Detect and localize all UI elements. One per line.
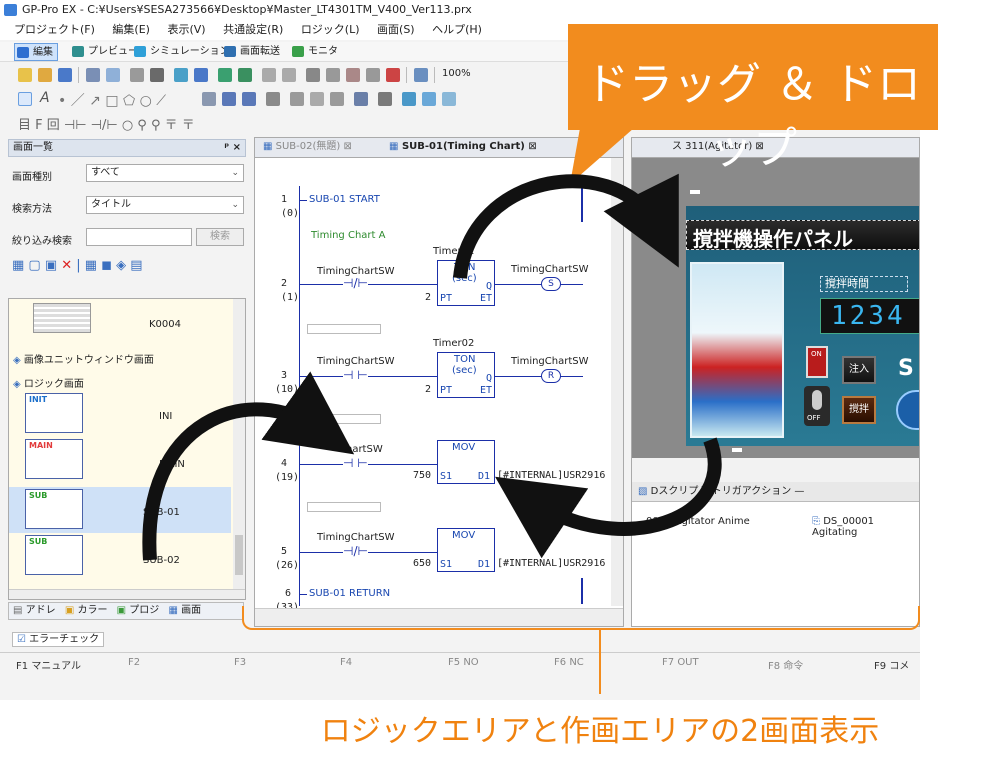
arrow-script-to-logic (495, 437, 722, 559)
dual-screen-caption: ロジックエリアと作画エリアの2画面表示 (320, 714, 880, 749)
bracket-stem (599, 630, 601, 694)
arrow-to-drawing-area (453, 173, 679, 279)
area-bracket (242, 606, 920, 630)
drag-arrows (142, 173, 722, 561)
arrow-to-logic-area (142, 371, 355, 561)
